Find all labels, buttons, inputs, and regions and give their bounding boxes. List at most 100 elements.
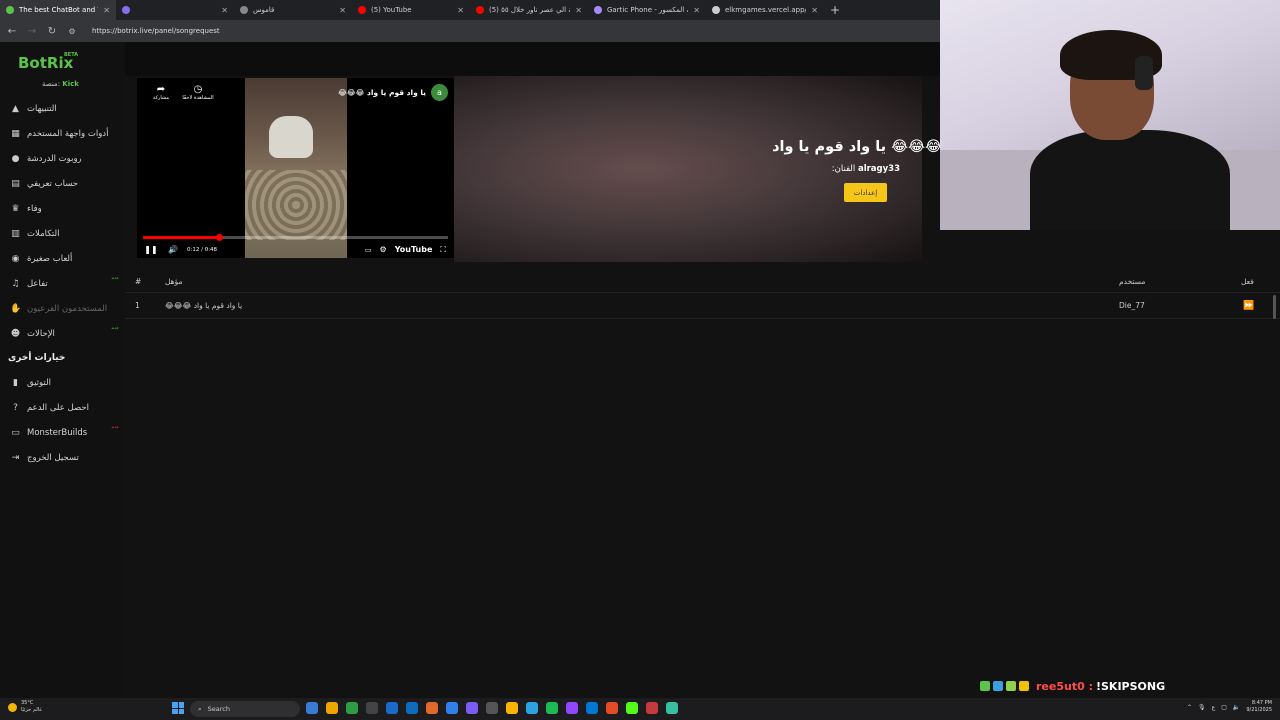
now-playing-title: 😂😂😂 يا واد قوم يا واد [772, 139, 942, 155]
youtube-player[interactable]: ➦ مشاركة ◷ المشاهدة لاحقًا يا واد قوم يا… [137, 78, 454, 258]
new-tab-button[interactable]: + [824, 3, 846, 17]
robot-icon: ● [11, 153, 20, 164]
clock[interactable]: 8:47 PM 9/21/2025 [1246, 700, 1272, 714]
tab-favicon-icon [358, 6, 366, 14]
language-indicator[interactable]: ع [1212, 704, 1216, 711]
sidebar-item[interactable]: ▤ حساب تعريفي [0, 171, 125, 196]
sidebar-item[interactable]: ▮ التوثيق [0, 370, 125, 395]
steam-app-icon[interactable] [386, 702, 398, 714]
id-card-icon: ▤ [11, 178, 20, 189]
video-progress-bar[interactable] [143, 234, 448, 241]
player-right-controls: ▭ ⚙ YouTube ⛶ [365, 245, 454, 255]
progress-knob[interactable] [216, 234, 224, 241]
skip-forward-icon[interactable]: ⏩ [1243, 301, 1254, 311]
tab-close-icon[interactable]: ✕ [221, 6, 228, 15]
sidebar-item[interactable]: ▦ أدوات واجهة المستخدم [0, 121, 125, 146]
sun-icon [8, 702, 17, 712]
help-icon: ? [13, 402, 18, 413]
row-title: 😂😂😂 يا واد قوم يا واد [165, 301, 243, 310]
app-icon-3[interactable] [666, 702, 678, 714]
sidebar-item[interactable]: ▥ التكاملات [0, 221, 125, 246]
app-icon[interactable] [366, 702, 378, 714]
share-button[interactable]: ➦ مشاركة [151, 84, 171, 101]
forward-arrow-icon[interactable]: → [26, 26, 38, 37]
browser-tab[interactable]: The best ChatBot and Widg ✕ [0, 0, 116, 20]
tab-close-icon[interactable]: ✕ [811, 6, 818, 15]
tab-close-icon[interactable]: ✕ [693, 6, 700, 15]
browser-tab[interactable]: قاموس ✕ [234, 0, 352, 20]
video-person [269, 116, 313, 158]
gift-badge-icon [1019, 681, 1029, 691]
volume-tray-icon[interactable]: 🔈 [1233, 704, 1240, 711]
outlook-app-icon[interactable] [406, 702, 418, 714]
weather-widget[interactable]: 35°C غالم جزئيًا [8, 700, 42, 714]
files-app-icon[interactable] [326, 702, 338, 714]
xbox-app-icon[interactable] [346, 702, 358, 714]
app-icon-2[interactable] [646, 702, 658, 714]
video-title[interactable]: يا واد قوم يا واد 😂😂😂 [338, 88, 426, 97]
sidebar-item[interactable]: ⇥ تسجيل الخروج [0, 445, 125, 470]
tab-label: The best ChatBot and Widg [19, 6, 98, 14]
youtube-logo[interactable]: YouTube [395, 245, 433, 254]
captions-icon[interactable]: ▭ [365, 246, 372, 254]
browser-tab[interactable]: (5) YouTube ✕ [352, 0, 470, 20]
users-icon: ☻ [10, 328, 21, 339]
browser-tab[interactable]: elkmgames.vercel.app/game ✕ [706, 0, 824, 20]
chrome-app-icon[interactable] [306, 702, 318, 714]
sidebar-item[interactable]: ♛ وفاء [0, 196, 125, 221]
firefox-app-icon[interactable] [426, 702, 438, 714]
table-row[interactable]: 1 😂😂😂 يا واد قوم يا واد Die_77 ⏩ [125, 293, 1280, 319]
settings-button[interactable]: إعدادات [844, 183, 887, 202]
browser-tab[interactable]: ✕ [116, 0, 234, 20]
channel-avatar[interactable]: a [431, 84, 448, 101]
tab-close-icon[interactable]: ✕ [339, 6, 346, 15]
edge-app-icon[interactable] [446, 702, 458, 714]
reload-icon[interactable]: ↻ [46, 26, 58, 37]
store-app-icon[interactable] [586, 702, 598, 714]
grid-icon: ▦ [11, 128, 20, 139]
sidebar-item[interactable]: ◉ ألعاب صغيرة [0, 246, 125, 271]
sidebar-item[interactable]: ▲ التنبيهات [0, 96, 125, 121]
sidebar-item-label: الإحالات [27, 328, 55, 339]
twitch-app-icon[interactable] [566, 702, 578, 714]
back-arrow-icon[interactable]: ← [6, 26, 18, 37]
kick-app-icon[interactable] [626, 702, 638, 714]
sidebar-item[interactable]: ▭ MonsterBuilds جديد [0, 420, 125, 445]
site-info-icon[interactable]: ⚙ [66, 27, 78, 36]
sidebar-item[interactable]: ? احصل على الدعم [0, 395, 125, 420]
sidebar-item-label: المستخدمون الفرعيون [27, 303, 108, 314]
spotify-app-icon[interactable] [546, 702, 558, 714]
tab-close-icon[interactable]: ✕ [457, 6, 464, 15]
browser-tab[interactable]: (5) بن الغابة الي عصر ناور خلال ٥٥ ✕ [470, 0, 588, 20]
video-frame[interactable] [245, 78, 347, 258]
settings-gear-icon[interactable]: ⚙ [380, 245, 387, 254]
url-field[interactable]: https://botrix.live/panel/songrequest [92, 27, 220, 35]
browser-tab[interactable]: Gartic Phone - الهاتف المكسور ✕ [588, 0, 706, 20]
tab-label: elkmgames.vercel.app/game [725, 6, 807, 14]
tab-close-icon[interactable]: ✕ [575, 6, 582, 15]
fullscreen-icon[interactable]: ⛶ [440, 245, 446, 255]
pause-icon[interactable]: ❚❚ [143, 245, 159, 254]
player-controls: ❚❚ 🔊 0:12 / 0:48 ▭ ⚙ YouTube ⛶ [137, 241, 454, 258]
sidebar-item[interactable]: ✋ المستخدمون الفرعيون [0, 296, 125, 321]
chevron-up-icon[interactable]: ⌃ [1187, 704, 1192, 711]
taskbar-search[interactable]: ⌕ Search [190, 701, 300, 717]
settings-app-icon[interactable] [486, 702, 498, 714]
volume-icon[interactable]: 🔊 [165, 245, 181, 254]
windows-start-icon[interactable] [172, 702, 184, 714]
watch-later-button[interactable]: ◷ المشاهدة لاحقًا [181, 84, 215, 101]
gamepad-icon: ◉ [11, 253, 20, 264]
sidebar-item[interactable]: ☻ الإحالات جديد [0, 321, 125, 346]
webcam-person-body [1030, 130, 1230, 230]
mic-icon[interactable]: 🎙 [1198, 704, 1206, 711]
header-title: مؤهل [165, 277, 183, 286]
discord-app-icon[interactable] [466, 702, 478, 714]
sidebar-item[interactable]: ♫ تفاعل جديد [0, 271, 125, 296]
sidebar-item[interactable]: ● روبوت الدردشة [0, 146, 125, 171]
brave-app-icon[interactable] [606, 702, 618, 714]
network-icon[interactable]: ▢ [1221, 704, 1227, 711]
folder-app-icon[interactable] [506, 702, 518, 714]
telegram-app-icon[interactable] [526, 702, 538, 714]
table-scrollbar[interactable] [1273, 295, 1276, 319]
tab-close-icon[interactable]: ✕ [103, 6, 110, 15]
